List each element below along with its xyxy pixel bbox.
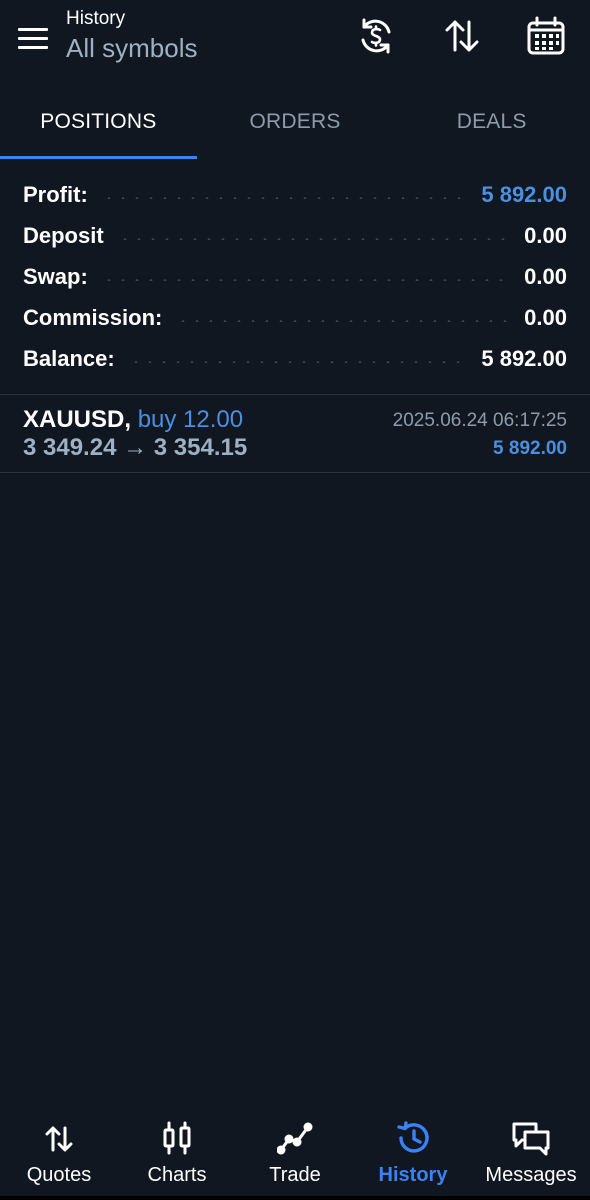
swap-label: Swap: xyxy=(23,263,88,289)
summary-panel: Profit: 5 892.00 Deposit 0.00 Swap: 0.00… xyxy=(0,174,590,379)
list-item[interactable]: XAUUSD, buy 12.00 3 349.24 → 3 354.15 20… xyxy=(0,396,590,472)
commission-label: Commission: xyxy=(23,304,163,330)
nav-label: Charts xyxy=(147,1164,207,1186)
position-prices: 3 349.24 → 3 354.15 xyxy=(23,434,248,461)
symbol-filter[interactable]: All symbols xyxy=(66,31,197,65)
history-tabs: POSITIONS ORDERS DEALS xyxy=(0,82,590,162)
position-time: 2025.06.24 06:17:25 xyxy=(392,410,567,431)
system-navigation-bar xyxy=(0,1196,590,1200)
calendar-icon[interactable] xyxy=(525,14,567,58)
currency-exchange-icon[interactable] xyxy=(355,14,397,58)
position-title: XAUUSD, buy 12.00 xyxy=(23,406,243,434)
deposit-label: Deposit xyxy=(23,222,104,248)
top-app-bar: History All symbols xyxy=(0,0,590,82)
commission-value: 0.00 xyxy=(524,304,567,330)
summary-row-profit: Profit: 5 892.00 xyxy=(0,174,590,215)
deposit-value: 0.00 xyxy=(524,222,567,248)
page-title: History xyxy=(66,8,126,29)
nav-quotes[interactable]: Quotes xyxy=(0,1100,118,1200)
balance-value: 5 892.00 xyxy=(481,345,567,371)
dotted-leader xyxy=(101,278,511,281)
nav-messages[interactable]: Messages xyxy=(472,1100,590,1200)
profit-label: Profit: xyxy=(23,181,88,207)
balance-label: Balance: xyxy=(23,345,115,371)
nav-history[interactable]: History xyxy=(354,1100,472,1200)
position-symbol: XAUUSD, xyxy=(23,406,132,433)
trade-icon xyxy=(277,1122,313,1155)
messages-icon xyxy=(512,1122,550,1156)
divider xyxy=(0,472,590,473)
position-direction: buy 12.00 xyxy=(137,406,244,433)
sort-icon[interactable] xyxy=(441,14,483,58)
summary-row-commission: Commission: 0.00 xyxy=(0,297,590,338)
nav-label: Quotes xyxy=(26,1164,92,1186)
nav-label: History xyxy=(378,1164,448,1186)
tab-orders[interactable]: ORDERS xyxy=(197,82,394,162)
nav-label: Messages xyxy=(485,1164,577,1186)
nav-label: Trade xyxy=(269,1164,321,1186)
charts-icon xyxy=(163,1121,191,1155)
summary-row-deposit: Deposit 0.00 xyxy=(0,215,590,256)
dotted-leader xyxy=(101,196,468,199)
nav-charts[interactable]: Charts xyxy=(118,1100,236,1200)
quotes-icon xyxy=(45,1126,73,1152)
history-icon xyxy=(397,1121,429,1153)
profit-value: 5 892.00 xyxy=(481,181,567,207)
title-block[interactable]: History All symbols xyxy=(66,7,197,65)
divider xyxy=(0,394,590,395)
app-screen: History All symbols POSITIONS ORDERS DEA… xyxy=(0,0,590,1200)
summary-row-swap: Swap: 0.00 xyxy=(0,256,590,297)
position-profit: 5 892.00 xyxy=(493,438,567,459)
summary-row-balance: Balance: 5 892.00 xyxy=(0,338,590,379)
dotted-leader xyxy=(176,319,511,322)
menu-icon[interactable] xyxy=(14,20,54,56)
bottom-navigation: Quotes Charts Trade History Messages xyxy=(0,1100,590,1200)
swap-value: 0.00 xyxy=(524,263,567,289)
dotted-leader xyxy=(128,360,468,363)
nav-trade[interactable]: Trade xyxy=(236,1100,354,1200)
tab-deals[interactable]: DEALS xyxy=(393,82,590,162)
tab-positions[interactable]: POSITIONS xyxy=(0,82,197,162)
dotted-leader xyxy=(117,237,511,240)
